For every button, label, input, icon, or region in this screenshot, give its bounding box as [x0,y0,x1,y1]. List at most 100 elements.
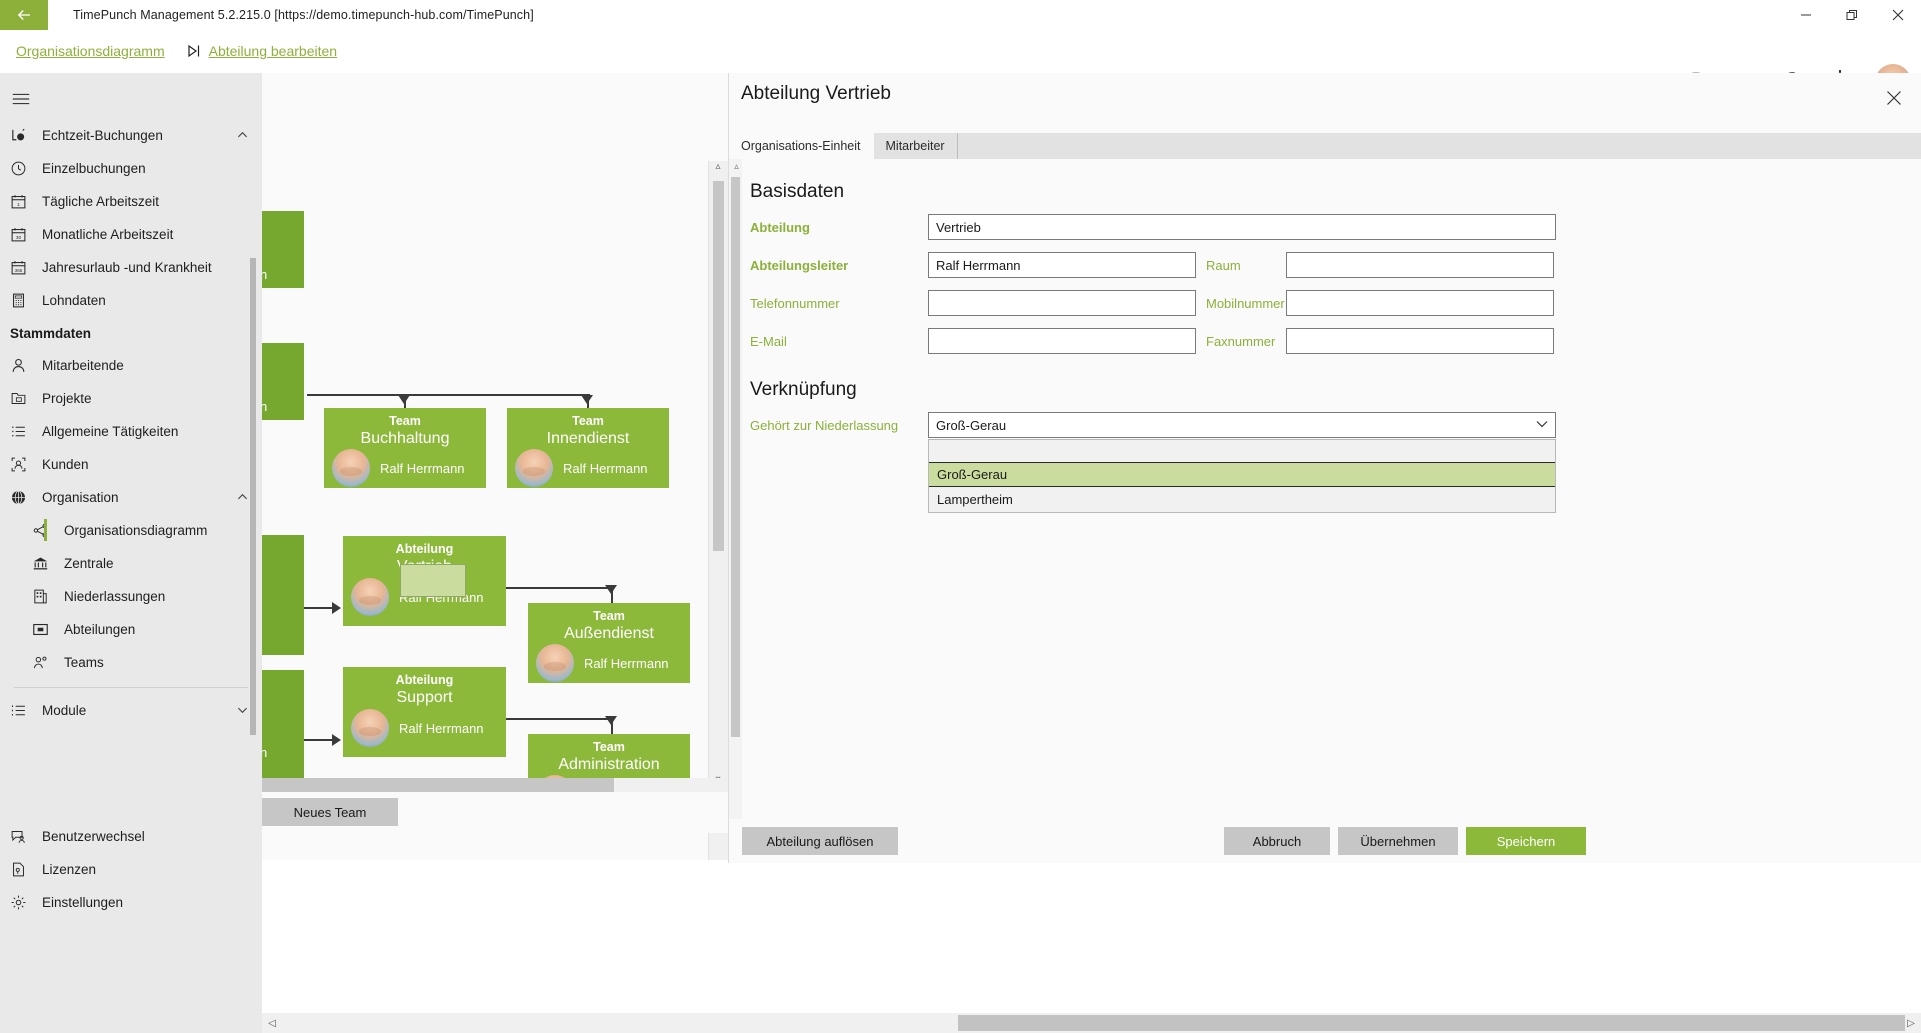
sidebar-item-lohndaten[interactable]: Lohndaten [0,284,262,317]
sidebar-item-einzelbuchungen[interactable]: Einzelbuchungen [0,152,262,185]
abbruch-button[interactable]: Abbruch [1224,827,1330,855]
org-node-team-aussendienst[interactable]: Team Außendienst Ralf Herrmann [528,603,690,683]
chart-horizontal-scrollbar[interactable] [262,778,728,792]
active-indicator [44,519,47,541]
raum-input[interactable] [1286,252,1554,278]
sidebar: Echtzeit-Buchungen Einzelbuchungen 1 Täg… [0,73,262,812]
main-horizontal-scrollbar[interactable]: ◁ ▷ [262,1013,1921,1033]
back-button[interactable] [0,0,48,30]
breadcrumb-abteilung-bearbeiten[interactable]: Abteilung bearbeiten [209,43,337,59]
sidebar-item-teams[interactable]: Teams [22,646,262,679]
sidebar-item-organisationsdiagramm[interactable]: Organisationsdiagramm [22,514,262,547]
org-chart-canvas[interactable]: n n n Team Buchhaltung Ralf Herrmann Tea… [262,73,728,860]
uebernehmen-button[interactable]: Übernehmen [1338,827,1458,855]
sidebar-item-projekte[interactable]: Projekte [0,382,262,415]
org-node-abteilung-support[interactable]: Abteilung Support Ralf Herrmann [343,667,506,757]
menu-icon[interactable] [0,79,262,119]
faxnummer-input[interactable] [1286,328,1554,354]
maximize-button[interactable] [1829,0,1875,30]
tab-mitarbeiter[interactable]: Mitarbeiter [874,133,958,159]
chart-footer: Neues Team [262,792,728,833]
main-horizontal-scrollbar-thumb[interactable] [958,1015,1905,1031]
dropdown-option-empty[interactable] [929,440,1555,462]
scroll-left-icon[interactable]: ◁ [264,1015,280,1031]
scroll-up-icon[interactable]: ▵ [732,161,741,172]
org-node-partial-left-1[interactable]: n [262,211,304,288]
scroll-right-icon[interactable]: ▷ [1903,1015,1919,1031]
mobilnummer-input[interactable] [1286,290,1554,316]
detail-scrollbar-thumb[interactable] [731,177,740,737]
niederlassung-dropdown-list[interactable]: Groß-Gerau Lampertheim [928,439,1556,513]
sidebar-item-monatliche-arbeitszeit[interactable]: 30 Monatliche Arbeitszeit [0,218,262,251]
dropdown-option-gross-gerau[interactable]: Groß-Gerau [929,462,1555,487]
chart-vertical-scrollbar-thumb[interactable] [713,181,724,551]
close-icon[interactable] [1881,85,1907,111]
edge-h-support-admin [506,718,613,720]
team-icon [32,654,58,671]
arrow-down-icon [398,395,410,404]
close-button[interactable] [1875,0,1921,30]
arrow-right-icon [332,734,341,746]
abteilung-aufloesen-button[interactable]: Abteilung auflösen [742,827,898,855]
customer-icon [10,456,36,473]
sidebar-item-allgemeine-taetigkeiten[interactable]: Allgemeine Tätigkeiten [0,415,262,448]
email-input[interactable] [928,328,1196,354]
chevron-up-icon[interactable] [237,490,248,505]
speichern-button[interactable]: Speichern [1466,827,1586,855]
org-node-name: Innendienst [546,430,630,447]
gear-icon [10,894,36,911]
sidebar-item-abteilungen[interactable]: Abteilungen [22,613,262,646]
sidebar-item-taegliche-arbeitszeit[interactable]: 1 Tägliche Arbeitszeit [0,185,262,218]
breadcrumb-organisationsdiagramm[interactable]: Organisationsdiagramm [16,43,165,59]
sidebar-item-lizenzen[interactable]: Lizenzen [0,853,262,886]
chevron-down-icon[interactable] [1536,420,1548,431]
minimize-button[interactable] [1783,0,1829,30]
org-node-team-innendienst[interactable]: Team Innendienst Ralf Herrmann [507,408,669,488]
sidebar-item-echtzeit-buchungen[interactable]: Echtzeit-Buchungen [0,119,262,152]
label-gehoert-zur-niederlassung: Gehört zur Niederlassung [750,417,899,433]
telefonnummer-input[interactable] [928,290,1196,316]
chart-horizontal-scrollbar-thumb[interactable] [262,778,614,792]
sidebar-item-zentrale[interactable]: Zentrale [22,547,262,580]
sidebar-item-label: Jahresurlaub -und Krankheit [42,260,212,275]
sidebar-item-label: Mitarbeitende [42,358,124,373]
tab-organisations-einheit[interactable]: Organisations-Einheit [729,133,874,159]
realtime-clock-icon [10,127,36,144]
detail-form: Basisdaten Abteilung Abteilungsleiter Ra… [742,159,1921,819]
sidebar-item-jahresurlaub-krankheit[interactable]: 365 Jahresurlaub -und Krankheit [0,251,262,284]
sidebar-divider [14,687,248,688]
sidebar-scrollbar-thumb[interactable] [250,258,256,735]
sidebar-item-organisation[interactable]: Organisation [0,481,262,514]
org-node-person-name: Ralf Herrmann [399,720,484,736]
person-avatar [536,644,574,682]
sidebar-item-kunden[interactable]: Kunden [0,448,262,481]
chevron-down-icon[interactable] [237,703,248,718]
neues-team-button[interactable]: Neues Team [262,798,398,826]
scroll-up-icon[interactable]: ▵ [710,158,726,174]
org-node-selection-overlay[interactable] [400,564,466,597]
breadcrumb: Organisationsdiagramm Abteilung bearbeit… [0,30,1921,100]
svg-text:365: 365 [15,268,23,273]
svg-text:1: 1 [17,202,20,208]
niederlassung-combobox[interactable]: Groß-Gerau [928,412,1556,438]
org-node-team-buchhaltung[interactable]: Team Buchhaltung Ralf Herrmann [324,408,486,488]
calendar-day-icon: 1 [10,193,36,210]
calculator-icon [10,292,36,309]
org-node-partial-left-3[interactable] [262,535,304,655]
sidebar-item-module[interactable]: Module [0,694,262,727]
abteilungsleiter-input[interactable] [928,252,1196,278]
niederlassung-selected-value: Groß-Gerau [936,417,1007,433]
sidebar-item-niederlassungen[interactable]: Niederlassungen [22,580,262,613]
dropdown-option-lampertheim[interactable]: Lampertheim [929,487,1555,512]
person-avatar [332,449,370,487]
chevron-up-icon[interactable] [237,128,248,143]
sidebar-item-benutzerwechsel[interactable]: Benutzerwechsel [0,820,262,853]
sidebar-item-label: Niederlassungen [64,589,166,604]
sidebar-item-label: Projekte [42,391,92,406]
org-node-person: Ralf Herrmann [528,644,690,690]
sidebar-item-mitarbeitende[interactable]: Mitarbeitende [0,349,262,382]
abteilung-input[interactable] [928,214,1556,240]
org-node-partial-left-2[interactable]: n [262,343,304,420]
sidebar-item-einstellungen[interactable]: Einstellungen [0,886,262,919]
org-node-partial-left-4[interactable]: n [262,670,304,790]
